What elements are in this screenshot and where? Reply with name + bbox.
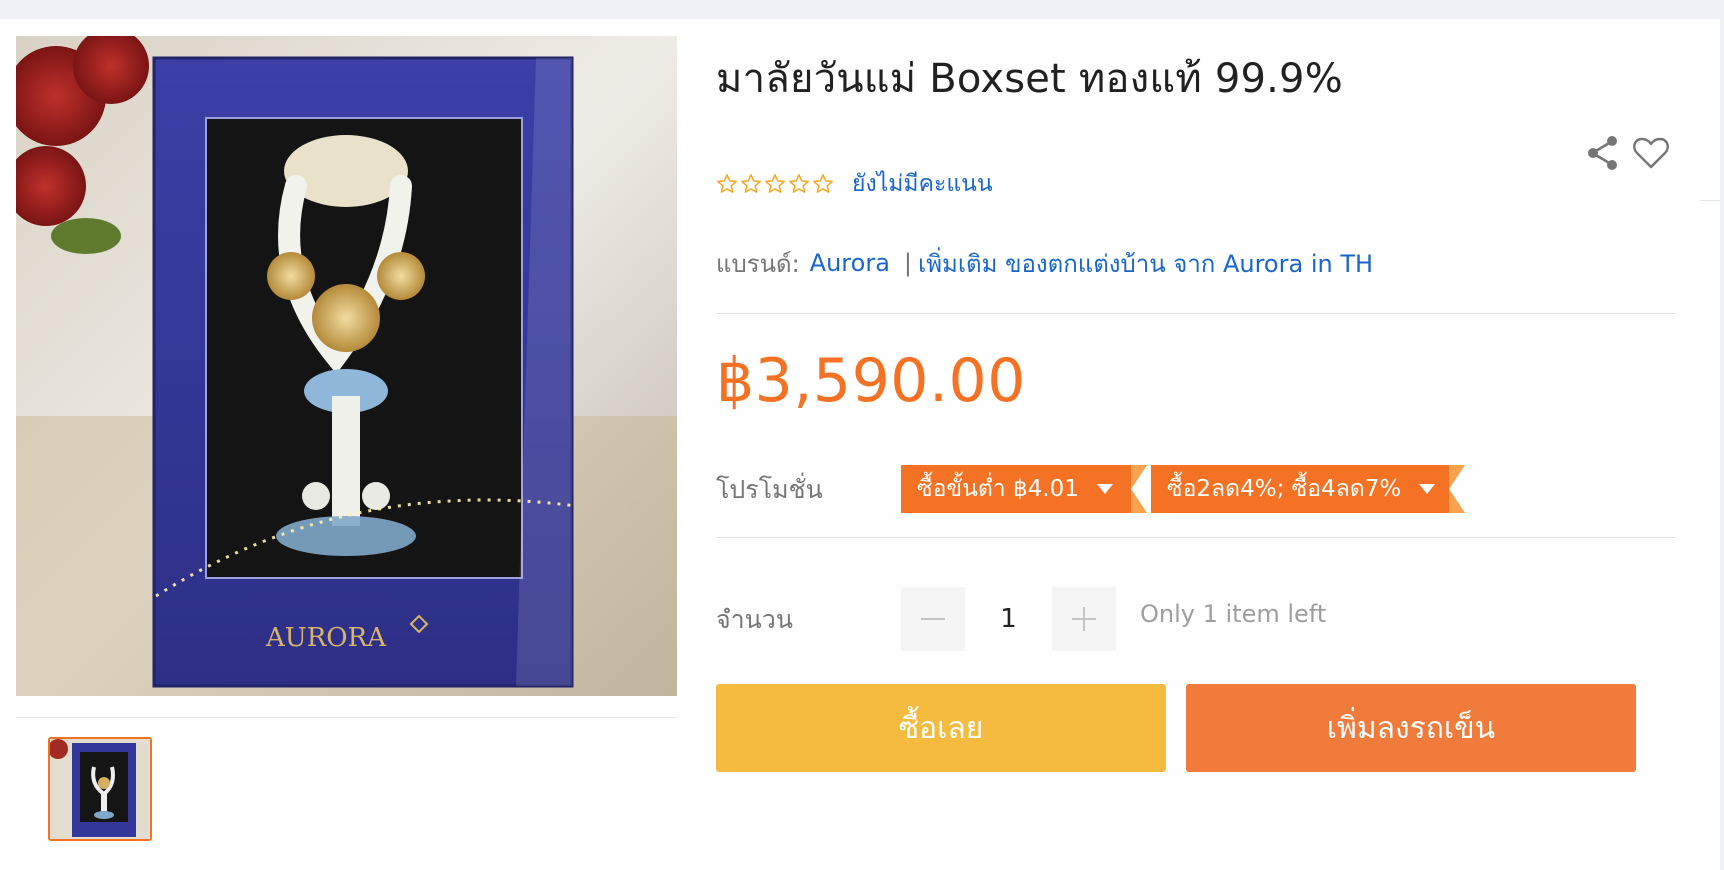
- wishlist-button[interactable]: [1631, 133, 1671, 173]
- promotion-text: ซื้อขั้นต่ำ ฿4.01: [917, 476, 1079, 502]
- chevron-down-icon: [1419, 484, 1436, 494]
- buy-now-button[interactable]: ซื้อเลย: [716, 684, 1166, 772]
- side-divider: [1700, 200, 1720, 201]
- brand-label: แบรนด์:: [716, 249, 800, 278]
- divider: [716, 537, 1676, 538]
- brand-row: แบรนด์: Aurora | เพิ่มเติม ของตกแต่งบ้าน…: [716, 246, 1373, 280]
- heart-icon: [1633, 137, 1669, 169]
- add-to-cart-button[interactable]: เพิ่มลงรถเข็น: [1186, 684, 1636, 772]
- share-icon: [1588, 136, 1617, 170]
- promotion-label: โปรโมชั่น: [716, 475, 823, 504]
- promotion-tag-bulk-discount[interactable]: ซื้อ2ลด4%; ซื้อ4ลด7%: [1151, 465, 1465, 513]
- brand-separator: |: [903, 249, 912, 277]
- gallery-divider: [16, 717, 677, 718]
- brand-link[interactable]: Aurora: [810, 249, 890, 277]
- star-empty-icon: [813, 174, 833, 193]
- product-title: มาลัยวันแม่ Boxset ทองแท้ 99.9%: [716, 56, 1343, 102]
- star-empty-icon: [741, 174, 761, 193]
- ribbon-edge-icon: [1439, 465, 1465, 513]
- page-edge: [1720, 19, 1724, 870]
- share-button[interactable]: [1583, 133, 1623, 173]
- star-empty-icon: [717, 174, 737, 193]
- star-empty-icon: [765, 174, 785, 193]
- promotion-tag-min-spend[interactable]: ซื้อขั้นต่ำ ฿4.01: [901, 465, 1147, 513]
- stock-note: Only 1 item left: [1140, 600, 1327, 628]
- more-from-brand-link[interactable]: เพิ่มเติม ของตกแต่งบ้าน จาก Aurora in TH: [918, 244, 1373, 283]
- minus-icon: [921, 618, 945, 620]
- no-rating-link[interactable]: ยังไม่มีคะแนน: [852, 166, 993, 202]
- product-price: ฿3,590.00: [716, 346, 1026, 416]
- chevron-down-icon: [1096, 484, 1113, 494]
- ribbon-edge-icon: [1121, 465, 1147, 513]
- thumbnail-1[interactable]: [48, 737, 152, 841]
- divider: [716, 313, 1676, 314]
- quantity-increase-button[interactable]: [1052, 587, 1116, 651]
- quantity-decrease-button[interactable]: [901, 587, 965, 651]
- quantity-input[interactable]: 1: [965, 587, 1052, 651]
- svg-text:AURORA: AURORA: [265, 623, 387, 653]
- plus-icon: [1072, 607, 1096, 631]
- rating-row: ยังไม่มีคะแนน: [716, 168, 993, 200]
- rating-stars: [716, 173, 834, 195]
- quantity-label: จำนวน: [716, 605, 793, 634]
- product-main-image[interactable]: AURORA: [16, 36, 677, 696]
- product-info: มาลัยวันแม่ Boxset ทองแท้ 99.9% ยังไม่มี…: [716, 0, 1676, 870]
- promotion-text: ซื้อ2ลด4%; ซื้อ4ลด7%: [1167, 476, 1402, 502]
- star-empty-icon: [789, 174, 809, 193]
